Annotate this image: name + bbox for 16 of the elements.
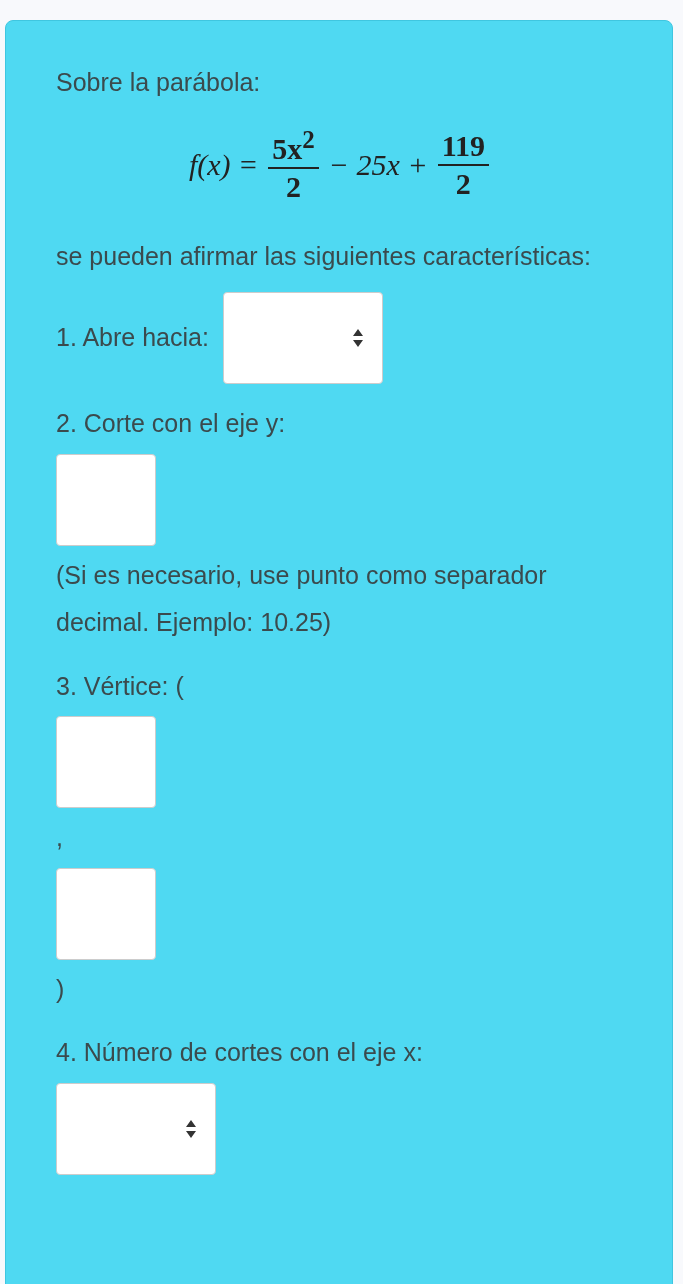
- lead-text: se pueden afirmar las siguientes características:: [56, 240, 592, 272]
- intro-text: Sobre la parábola:: [56, 67, 262, 98]
- answer-box[interactable]: [56, 867, 156, 960]
- dropdown[interactable]: [222, 292, 383, 384]
- answer-box[interactable]: [56, 716, 156, 808]
- question-label: ,: [56, 822, 63, 853]
- question-label: 1. Abre hacia:: [56, 322, 209, 354]
- question-label: 2. Corte con el eje y:: [56, 408, 286, 439]
- sort-arrows-icon: [185, 1118, 197, 1139]
- sort-arrows-icon: [351, 328, 364, 348]
- question-label: ): [56, 973, 65, 1005]
- hint-text: (Si es necesario, use punto como separador decimal. Ejemplo: 10.25): [56, 559, 548, 638]
- dropdown[interactable]: [56, 1082, 216, 1175]
- question-label: 4. Número de cortes con el eje x:: [56, 1037, 423, 1068]
- question-label: 3. Vértice: (: [56, 670, 184, 702]
- answer-box[interactable]: [56, 453, 156, 546]
